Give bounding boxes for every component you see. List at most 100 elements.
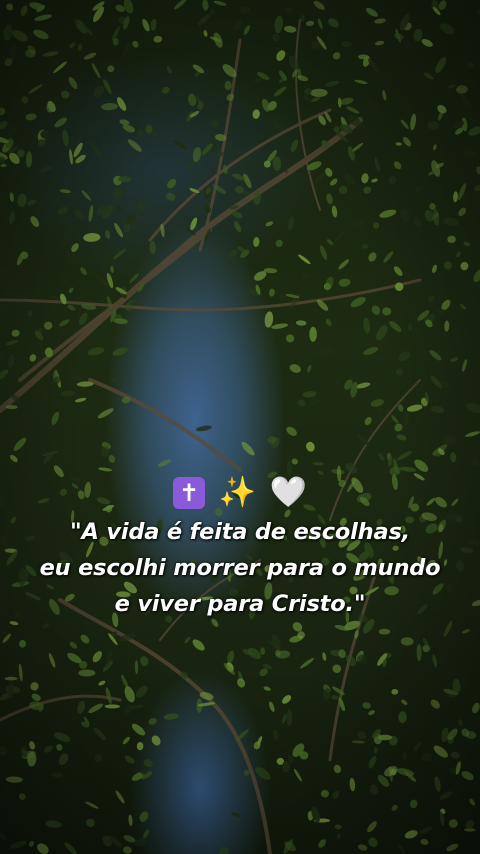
leaf	[54, 117, 68, 128]
leaf-clusters	[0, 0, 480, 854]
leaf	[318, 839, 326, 848]
leaf	[403, 411, 410, 426]
leaf	[87, 347, 105, 356]
leaf	[334, 374, 344, 386]
leaf	[88, 703, 104, 714]
leaf	[0, 304, 10, 311]
leaf	[463, 241, 471, 247]
leaf	[0, 107, 6, 116]
leaf	[74, 208, 85, 220]
leaf	[303, 94, 310, 102]
leaf	[396, 368, 403, 376]
leaf	[356, 731, 367, 740]
leaf	[285, 334, 295, 343]
leaf	[374, 157, 380, 173]
leaf	[166, 66, 172, 74]
leaf	[105, 650, 112, 668]
leaf	[367, 821, 377, 833]
leaf	[423, 72, 434, 80]
leaf	[69, 149, 73, 165]
leaf	[0, 746, 8, 756]
leaf	[0, 353, 5, 363]
leaf	[286, 708, 293, 727]
leaf	[51, 411, 60, 425]
leaf	[368, 58, 379, 73]
leaf	[74, 397, 87, 403]
leaf	[124, 686, 135, 703]
leaf	[466, 403, 480, 414]
leaf	[472, 702, 480, 714]
leaf	[167, 179, 177, 189]
leaf	[362, 702, 371, 709]
leaf	[477, 9, 480, 16]
leaf	[17, 193, 27, 207]
leaf	[115, 790, 125, 804]
leaf	[293, 768, 302, 782]
leaf	[243, 769, 250, 776]
leaf	[18, 639, 27, 648]
leaf	[432, 264, 437, 273]
leaf	[341, 41, 352, 48]
leaf	[410, 113, 417, 131]
leaf	[268, 288, 275, 297]
leaf	[337, 97, 342, 108]
leaf	[368, 252, 377, 262]
leaf	[282, 695, 292, 704]
leaf	[0, 163, 7, 168]
leaf	[260, 647, 266, 656]
leaf	[382, 89, 387, 101]
sparkles-icon: ✨	[218, 474, 256, 510]
leaf	[368, 755, 377, 769]
leaf	[239, 6, 250, 14]
leaf	[459, 304, 467, 310]
leaf	[350, 218, 367, 228]
leaf	[309, 326, 317, 342]
leaf	[271, 323, 289, 329]
leaf	[396, 450, 412, 461]
leaf	[57, 206, 69, 215]
leaf	[450, 751, 461, 759]
leaf	[456, 85, 468, 94]
leaf	[105, 230, 111, 239]
leaf	[7, 125, 17, 139]
leaf	[30, 216, 40, 227]
leaf	[42, 51, 59, 57]
leaf	[434, 776, 441, 792]
leaf	[446, 843, 459, 852]
leaf	[81, 190, 91, 201]
leaf	[467, 62, 474, 69]
leaf	[142, 19, 150, 32]
leaf	[227, 650, 235, 663]
leaf	[263, 686, 271, 691]
leaf	[265, 221, 274, 227]
leaf	[111, 375, 123, 382]
leaf	[25, 113, 37, 121]
white-heart-icon: 🤍	[269, 474, 307, 510]
leaf	[420, 838, 429, 845]
leaf	[319, 245, 328, 260]
leaf	[85, 801, 99, 809]
leaf	[474, 184, 480, 192]
leaf	[241, 441, 255, 456]
leaf	[305, 20, 315, 27]
leaf	[88, 205, 94, 222]
leaf	[400, 637, 414, 646]
leaf	[0, 830, 7, 841]
leaf	[338, 278, 351, 287]
leaf	[58, 319, 70, 327]
leaf	[376, 325, 388, 341]
leaf	[137, 201, 146, 210]
leaf	[351, 740, 366, 744]
leaf	[312, 462, 324, 466]
leaf	[9, 454, 18, 463]
leaf	[464, 828, 476, 832]
leaf	[409, 799, 418, 809]
leaf	[7, 680, 14, 699]
leaf	[33, 29, 49, 40]
leaf	[53, 61, 67, 74]
leaf	[363, 186, 372, 194]
leaf	[400, 119, 409, 130]
leaf	[78, 669, 96, 677]
tree-canopy-image	[0, 0, 480, 854]
leaf	[150, 18, 157, 31]
